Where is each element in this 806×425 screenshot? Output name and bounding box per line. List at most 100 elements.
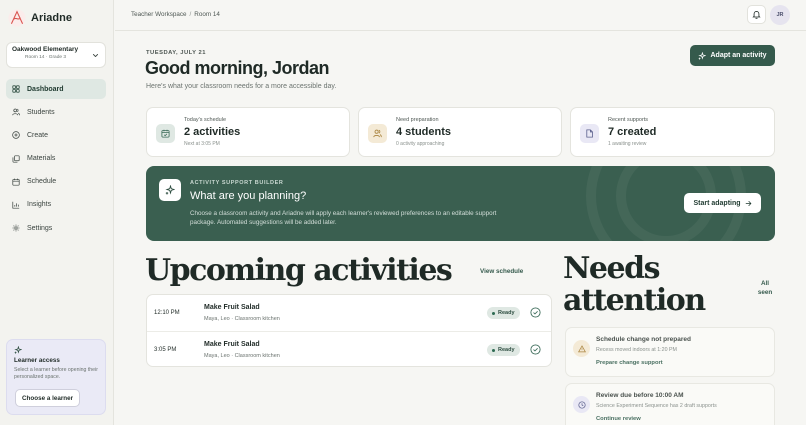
sidebar-item-settings[interactable]: Settings (6, 218, 106, 238)
brand[interactable]: Ariadne (8, 8, 72, 28)
warning-icon (577, 344, 586, 352)
activity-time: 12:10 PM (154, 310, 180, 316)
attention-item[interactable]: Schedule change not prepared Recess move… (565, 327, 775, 377)
stat-value: 4 students (396, 126, 452, 138)
activity-row[interactable]: 3:05 PM Make Fruit Salad Maya, Leo · Cla… (147, 331, 551, 367)
school-selector[interactable]: Oakwood Elementary Room 14 · Grade 3 (6, 42, 106, 68)
calendar-check-icon (161, 129, 170, 138)
gear-icon (12, 224, 20, 232)
app-name: Ariadne (31, 12, 72, 24)
school-room: Room 14 · Grade 3 (25, 55, 67, 60)
sidebar-item-create[interactable]: Create (6, 125, 106, 145)
page-title: Good morning, Jordan (145, 58, 330, 78)
stat-icon-box (368, 124, 387, 143)
stat-label: Today's schedule (184, 117, 227, 123)
stat-value: 7 created (608, 126, 657, 138)
stat-label: Need preparation (396, 117, 439, 123)
alert-icon-box (573, 340, 590, 357)
stat-value: 2 activities (184, 126, 241, 138)
activity-meta: Maya, Leo · Classroom kitchen (204, 353, 280, 359)
stat-note: 0 activity approaching (396, 141, 445, 147)
activity-meta: Maya, Leo · Classroom kitchen (204, 316, 280, 322)
dashboard-icon (12, 85, 20, 93)
ariadne-logo-icon (8, 9, 26, 27)
notifications-button[interactable] (747, 5, 766, 24)
sidebar: Ariadne Oakwood Elementary Room 14 · Gra… (0, 0, 114, 425)
builder-eyebrow: ACTIVITY SUPPORT BUILDER (190, 180, 284, 186)
activity-support-builder: ACTIVITY SUPPORT BUILDER What are you pl… (146, 166, 775, 241)
sidebar-item-label: Insights (27, 201, 52, 209)
start-adapting-label: Start adapting (693, 199, 741, 207)
breadcrumb: Teacher Workspace / Room 14 (131, 11, 220, 18)
chevron-down-icon (92, 53, 99, 58)
users-icon (12, 108, 20, 116)
sidebar-item-insights[interactable]: Insights (6, 195, 106, 215)
sidebar-item-label: Students (27, 108, 55, 116)
status-dot (492, 311, 495, 315)
status-label: Ready (498, 347, 515, 353)
builder-icon-box (159, 179, 181, 201)
needs-attention-heading: Needs attention (563, 251, 706, 318)
sidebar-item-label: Create (27, 131, 49, 139)
breadcrumb-workspace[interactable]: Teacher Workspace (131, 11, 187, 18)
copy-icon (12, 155, 20, 163)
adapt-activity-label: Adapt an activity (710, 52, 767, 59)
stat-icon-box (580, 124, 599, 143)
learner-access-card: Learner access Select a learner before o… (6, 339, 106, 415)
sparkles-icon (14, 346, 22, 354)
avatar[interactable]: JR (770, 5, 790, 25)
stat-note: 1 awaiting review (608, 141, 647, 147)
alert-title: Schedule change not prepared (596, 336, 691, 343)
check-circle-icon[interactable] (530, 307, 541, 318)
sidebar-nav: Dashboard Students Create Materials Sche… (6, 79, 106, 241)
attention-item[interactable]: Review due before 10:00 AM Science Exper… (565, 383, 775, 425)
stat-note: Next at 3:05 PM (184, 141, 220, 147)
builder-title: What are you planning? (190, 190, 307, 202)
start-adapting-button[interactable]: Start adapting (684, 193, 761, 213)
sidebar-item-dashboard[interactable]: Dashboard (6, 79, 106, 99)
alert-icon-box (573, 396, 590, 413)
check-circle-icon[interactable] (530, 344, 541, 355)
learner-access-title: Learner access (14, 357, 60, 364)
bell-icon (752, 11, 761, 19)
alert-description: Recess moved indoors at 1:20 PM (596, 347, 677, 353)
breadcrumb-separator: / (189, 11, 192, 18)
status-label: Ready (498, 310, 515, 316)
stat-label: Recent supports (608, 117, 649, 123)
topbar: Teacher Workspace / Room 14 JR (115, 0, 806, 31)
stat-card-schedule[interactable]: Today's schedule 2 activities Next at 3:… (146, 107, 350, 157)
sidebar-item-students[interactable]: Students (6, 102, 106, 122)
view-schedule-link[interactable]: View schedule (480, 268, 523, 275)
document-icon (586, 129, 593, 138)
adapt-activity-button[interactable]: Adapt an activity (690, 45, 775, 66)
status-dot (492, 348, 495, 352)
status-badge: Ready (487, 344, 520, 356)
all-seen-link[interactable]: All seen (755, 279, 775, 297)
alert-action-link[interactable]: Continue review (596, 416, 641, 422)
sparkles-icon (698, 51, 707, 60)
users-icon (373, 129, 382, 138)
sidebar-item-schedule[interactable]: Schedule (6, 172, 106, 192)
stat-card-supports[interactable]: Recent supports 7 created 1 awaiting rev… (570, 107, 775, 157)
activity-name: Make Fruit Salad (204, 341, 260, 348)
clock-icon (577, 400, 586, 409)
activity-row[interactable]: 12:10 PM Make Fruit Salad Maya, Leo · Cl… (147, 295, 551, 331)
alert-description: Science Experiment Sequence has 2 draft … (596, 403, 717, 409)
plus-circle-icon (12, 131, 20, 140)
current-date: TUESDAY, JULY 21 (146, 50, 206, 56)
choose-learner-button[interactable]: Choose a learner (15, 389, 81, 407)
sidebar-item-materials[interactable]: Materials (6, 149, 106, 169)
school-name: Oakwood Elementary (12, 46, 79, 53)
sparkles-icon (165, 185, 175, 195)
stat-icon-box (156, 124, 175, 143)
activity-time: 3:05 PM (154, 347, 177, 353)
alert-title: Review due before 10:00 AM (596, 392, 684, 399)
calendar-icon (12, 178, 20, 186)
builder-description: Choose a classroom activity and Ariadne … (190, 210, 497, 227)
stat-card-preparation[interactable]: Need preparation 4 students 0 activity a… (358, 107, 562, 157)
alert-action-link[interactable]: Prepare change support (596, 360, 663, 366)
breadcrumb-room: Room 14 (194, 11, 220, 18)
bar-chart-icon (12, 201, 20, 209)
activity-name: Make Fruit Salad (204, 304, 260, 311)
arrow-right-icon (745, 200, 751, 206)
